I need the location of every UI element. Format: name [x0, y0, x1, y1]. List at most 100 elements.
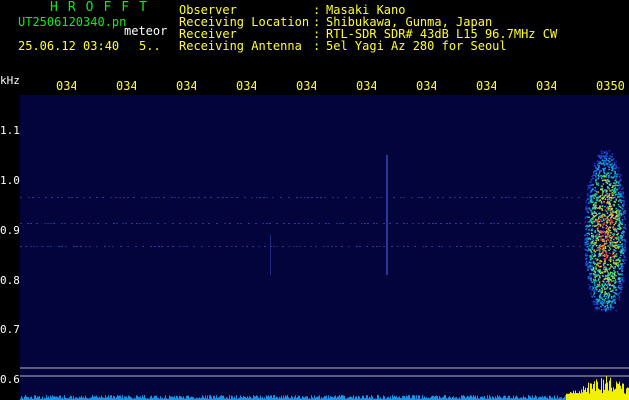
echo-pixel	[623, 251, 626, 253]
echo-pixel	[594, 307, 596, 309]
spectrum-bar	[593, 384, 594, 400]
echo-pixel	[607, 264, 609, 266]
spectrum-bar	[110, 395, 111, 400]
echo-pixel	[592, 237, 595, 239]
spectrum-bar	[505, 396, 506, 400]
echo-pixel	[586, 238, 588, 241]
carrier-dot	[482, 223, 484, 224]
echo-pixel	[586, 249, 589, 252]
echo-pixel	[621, 223, 623, 225]
echo-pixel	[620, 194, 622, 196]
spectrum-bar	[191, 396, 192, 400]
carrier-dot	[20, 246, 22, 247]
carrier-dot	[252, 246, 254, 247]
echo-pixel	[607, 233, 609, 235]
echo-pixel	[605, 224, 607, 226]
echo-pixel	[608, 202, 611, 204]
spectrum-bar	[598, 388, 599, 400]
spectrum-bar	[626, 388, 627, 400]
carrier-dot	[490, 223, 492, 224]
carrier-dot	[189, 197, 191, 198]
carrier-dot	[316, 197, 318, 198]
echo-pixel	[596, 286, 598, 288]
echo-pixel	[593, 300, 595, 303]
carrier-dot	[571, 197, 573, 198]
echo-pixel	[597, 265, 600, 267]
spectrum-bar	[617, 383, 618, 400]
x-tick-label: 034	[56, 79, 76, 93]
carrier-dot	[47, 246, 49, 247]
carrier-dot	[262, 223, 264, 224]
echo-pixel	[601, 291, 603, 293]
spectrum-bar	[341, 395, 342, 400]
echo-pixel	[598, 172, 600, 175]
carrier-dot	[342, 223, 344, 224]
carrier-dot	[323, 246, 325, 247]
echo-pixel	[612, 289, 614, 291]
echo-pixel	[604, 262, 606, 264]
spectrum-bar	[81, 395, 82, 400]
echo-pixel	[594, 162, 596, 165]
echo-pixel	[602, 252, 604, 255]
echo-pixel	[620, 212, 622, 215]
echo-pixel	[611, 186, 614, 188]
echo-pixel	[612, 226, 614, 228]
echo-pixel	[594, 296, 596, 298]
carrier-dot	[81, 223, 83, 224]
carrier-dot	[198, 197, 200, 198]
echo-pixel	[589, 181, 592, 183]
carrier-dot	[383, 223, 385, 224]
carrier-dot	[535, 197, 537, 198]
echo-pixel	[612, 233, 614, 235]
carrier-dot	[512, 223, 514, 224]
spectrum-bar	[177, 396, 178, 400]
echo-pixel	[604, 194, 606, 197]
echo-pixel	[610, 305, 612, 307]
echo-pixel	[594, 230, 596, 232]
carrier-dot	[131, 223, 133, 224]
spectrum-bar	[416, 395, 417, 400]
spectrum-bar	[306, 396, 307, 400]
x-tick-label: 034	[176, 79, 196, 93]
echo-pixel	[615, 253, 618, 255]
echo-pixel	[618, 244, 620, 246]
spectrum-bar	[621, 388, 622, 400]
echo-pixel	[608, 259, 610, 261]
echo-pixel	[607, 245, 609, 247]
carrier-dot	[560, 246, 562, 247]
echo-pixel	[591, 236, 593, 238]
carrier-dot	[561, 223, 563, 224]
carrier-dot	[437, 197, 439, 198]
carrier-dot	[222, 197, 224, 198]
echo-pixel	[597, 191, 600, 193]
spectrum-bar	[243, 396, 244, 400]
spectrum-bar	[255, 396, 256, 400]
carrier-dot	[61, 246, 63, 247]
echo-pixel	[600, 177, 603, 179]
echo-pixel	[612, 204, 615, 206]
spectrum-bar	[439, 395, 440, 400]
echo-pixel	[600, 297, 603, 299]
echo-pixel	[608, 176, 610, 179]
carrier-dot	[529, 197, 531, 198]
carrier-dot	[255, 223, 257, 224]
carrier-dot	[27, 223, 29, 224]
spectrum-bar	[202, 395, 203, 400]
echo-pixel	[593, 164, 595, 167]
carrier-dot	[428, 223, 430, 224]
carrier-dot	[331, 246, 333, 247]
echo-pixel	[611, 153, 614, 155]
echo-pixel	[611, 163, 613, 165]
echo-pixel	[603, 249, 605, 251]
echo-pixel	[589, 237, 591, 240]
carrier-dot	[226, 246, 228, 247]
echo-pixel	[618, 214, 620, 217]
echo-pixel	[591, 212, 594, 214]
echo-pixel	[605, 268, 608, 271]
carrier-dot	[501, 197, 503, 198]
spectrum-bar	[254, 396, 255, 400]
echo-pixel	[612, 158, 615, 161]
echo-pixel	[601, 215, 604, 218]
echo-pixel	[622, 196, 625, 199]
echo-pixel	[624, 224, 626, 226]
